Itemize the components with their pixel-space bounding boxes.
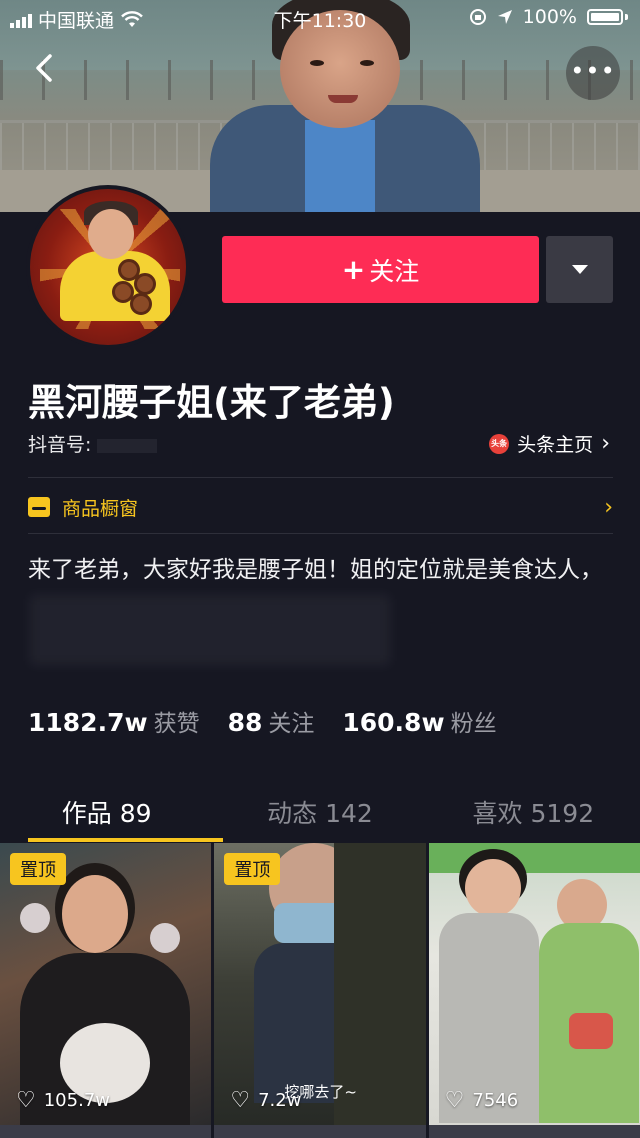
profile-bio: 来了老弟，大家好我是腰子姐！姐的定位就是美食达人， <box>28 557 603 583</box>
status-bar: 中国联通 下午11:30 100% <box>0 0 640 36</box>
video-thumbnail[interactable]: 挖哪去了~ 置顶 ♡ 7.2w <box>214 843 426 1125</box>
heart-icon: ♡ <box>230 1087 251 1113</box>
like-count: 7.2w <box>258 1090 302 1111</box>
chevron-right-icon: › <box>604 494 613 520</box>
chevron-right-icon: › <box>601 431 610 456</box>
location-icon <box>497 10 512 24</box>
following-label: 关注 <box>268 711 315 737</box>
profile-tabs: 作品 89 动态 142 喜欢 5192 <box>0 790 640 840</box>
video-thumbnail[interactable]: ♡ 7546 <box>428 843 640 1125</box>
like-count: 105.7w <box>43 1090 110 1111</box>
video-like-count: ♡ 7546 <box>444 1087 519 1113</box>
product-showcase-link[interactable]: 商品橱窗 › <box>28 492 613 522</box>
toutiao-icon: 头条 <box>489 433 510 454</box>
follow-label: 关注 <box>369 256 420 286</box>
toutiao-label: 头条主页 <box>517 434 594 456</box>
like-count: 7546 <box>472 1090 519 1111</box>
video-grid: 置顶 ♡ 105.7w 挖哪去了~ 置顶 ♡ 7.2w ♡ 7546 <box>0 843 640 1138</box>
pinned-badge: 置顶 <box>10 853 66 885</box>
tab-works[interactable]: 作品 89 <box>0 790 213 840</box>
tab-likes[interactable]: 喜欢 5192 <box>427 790 640 840</box>
likes-stat[interactable]: 1182.7w 获赞 <box>28 704 200 738</box>
video-thumbnail[interactable]: 置顶 ♡ 105.7w <box>0 843 212 1125</box>
followers-count: 160.8w <box>342 708 445 737</box>
following-stat[interactable]: 88 关注 <box>228 704 315 738</box>
more-dots-icon: ••• <box>570 57 616 85</box>
following-count: 88 <box>227 708 263 737</box>
toutiao-homepage-link[interactable]: 头条 头条主页 › <box>489 430 610 457</box>
plus-icon: + <box>341 253 366 286</box>
followers-label: 粉丝 <box>450 711 497 737</box>
battery-icon <box>587 9 623 25</box>
followers-stat[interactable]: 160.8w 粉丝 <box>342 704 496 738</box>
profile-name: 黑河腰子姐(来了老弟) <box>28 381 395 424</box>
video-like-count: ♡ 105.7w <box>16 1087 110 1113</box>
tab-activity[interactable]: 动态 142 <box>213 790 426 840</box>
douyin-id-value-hidden <box>97 438 158 453</box>
follow-button[interactable]: + 关注 <box>222 236 539 303</box>
divider <box>28 477 613 478</box>
douyin-id-label: 抖音号: <box>28 434 92 456</box>
blurred-bio-text <box>30 595 390 665</box>
douyin-id: 抖音号: <box>28 430 158 457</box>
more-button[interactable]: ••• <box>566 46 620 100</box>
chevron-left-icon <box>36 54 52 82</box>
battery-percent: 100% <box>522 6 577 28</box>
divider <box>28 533 613 534</box>
rotation-lock-icon <box>469 9 486 25</box>
heart-icon: ♡ <box>16 1087 36 1113</box>
shop-icon <box>28 497 50 517</box>
video-grid-next-row <box>0 1125 640 1138</box>
pinned-badge: 置顶 <box>224 853 281 885</box>
video-like-count: ♡ 7.2w <box>230 1087 302 1113</box>
recommend-dropdown-button[interactable] <box>546 236 613 303</box>
back-button[interactable] <box>24 52 64 92</box>
likes-label: 获赞 <box>153 711 200 737</box>
shop-label: 商品橱窗 <box>62 497 139 520</box>
likes-count: 1182.7w <box>28 708 148 737</box>
heart-icon: ♡ <box>444 1087 465 1113</box>
active-tab-indicator <box>28 838 223 842</box>
profile-stats: 1182.7w 获赞 88 关注 160.8w 粉丝 <box>28 704 497 738</box>
avatar[interactable] <box>26 185 190 349</box>
